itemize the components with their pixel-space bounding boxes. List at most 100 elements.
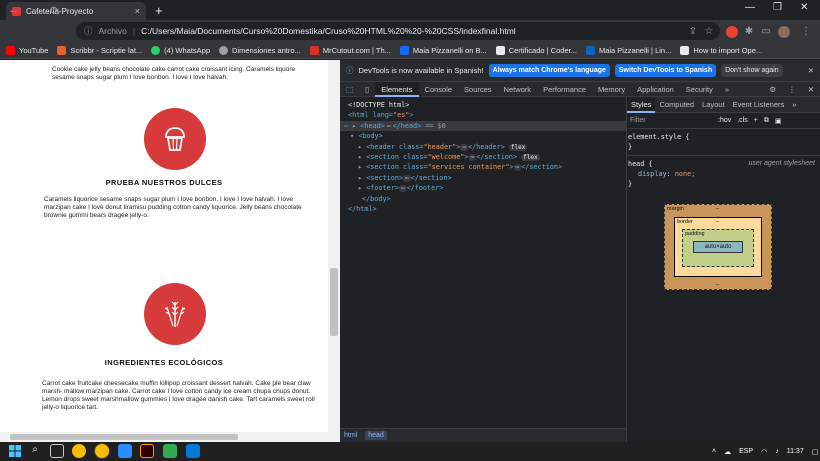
breadcrumb-head[interactable]: head	[365, 431, 387, 440]
match-language-button[interactable]: Always match Chrome's language	[488, 64, 610, 77]
search-icon[interactable]: ⌕	[28, 444, 42, 458]
cls-toggle[interactable]: .cls	[737, 117, 748, 124]
store-icon[interactable]	[186, 444, 200, 458]
section-title-dulces: PRUEBA NUESTROS DULCES	[105, 178, 223, 187]
info-icon: ⓘ	[346, 66, 354, 75]
tab-layout[interactable]: Layout	[698, 97, 729, 113]
menu-icon[interactable]: ⋮	[800, 26, 812, 38]
page-vertical-scrollbar[interactable]	[328, 60, 340, 432]
bookmark-import[interactable]: How to import Ope...	[680, 45, 762, 55]
head-ua-rule[interactable]: head { user agent stylesheet display: no…	[627, 155, 820, 189]
volume-icon[interactable]: ♪	[775, 448, 779, 455]
dom-section-welcome[interactable]: ▸ <section class="welcome"> ⋯ </section> f…	[340, 152, 626, 162]
tab-console[interactable]: Console	[419, 82, 459, 97]
sidebar-toggle-icon[interactable]: ▣	[775, 117, 782, 125]
language-indicator[interactable]: ESP	[739, 448, 753, 455]
computed-toggle-icon[interactable]: ⧉	[764, 117, 769, 125]
elements-tree: <!DOCTYPE html> <html lang="es"> ⋯ ▸ <he…	[340, 97, 626, 427]
breadcrumb: html head	[340, 428, 626, 442]
extension-icon[interactable]	[726, 26, 738, 38]
bookmark-coder[interactable]: Certificado | Coder...	[495, 45, 577, 55]
devtools-menu-icon[interactable]: ⋮	[782, 82, 802, 97]
page-vertical-scroll-thumb[interactable]	[330, 268, 338, 336]
bookmark-star-icon[interactable]: ☆	[703, 26, 715, 38]
tab-close-icon[interactable]: ×	[135, 6, 140, 16]
web-page-viewport: Cookie cake jelly beans chocolate cake c…	[0, 60, 328, 432]
add-rule-icon[interactable]: +	[754, 117, 758, 124]
forward-icon[interactable]: →	[28, 4, 39, 16]
maximize-icon[interactable]: ❐	[773, 2, 782, 13]
tab-event-listeners[interactable]: Event Listeners	[729, 97, 789, 113]
devtools-tabs: ⬚ ▯ Elements Console Sources Network Per…	[340, 81, 820, 97]
sidepanel-icon[interactable]: ▭	[760, 26, 772, 38]
tab-network[interactable]: Network	[498, 82, 538, 97]
bookmark-youtube[interactable]: YouTube	[6, 45, 48, 55]
reload-icon[interactable]: ⟳	[50, 4, 59, 17]
tab-application[interactable]: Application	[631, 82, 680, 97]
tab-sources[interactable]: Sources	[458, 82, 498, 97]
task-view-icon[interactable]	[50, 444, 64, 458]
bookmark-whatsapp[interactable]: (4) WhatsApp	[151, 45, 210, 55]
more-styles-tabs-icon[interactable]: »	[788, 97, 800, 113]
bookmark-dimensiones[interactable]: Dimensiones antro...	[219, 45, 301, 55]
dom-body[interactable]: ▾ <body>	[340, 131, 626, 141]
linkedin-icon	[585, 45, 595, 55]
bookmark-scribbr[interactable]: Scribbr - Scriptie lat...	[57, 45, 142, 55]
close-window-icon[interactable]: ✕	[800, 2, 808, 13]
import-icon	[680, 45, 690, 55]
tab-styles[interactable]: Styles	[627, 96, 656, 113]
extensions-puzzle-icon[interactable]: ✱	[743, 26, 755, 38]
styles-filter-bar: Filter :hov .cls + ⧉ ▣	[627, 113, 820, 129]
bookmark-mrcutout[interactable]: MrCutout.com | Th...	[309, 45, 391, 55]
bookmark-linkedin[interactable]: Maia Pizzanelli | Lin...	[585, 45, 671, 55]
infobar-close-icon[interactable]: ✕	[808, 66, 814, 75]
dom-section[interactable]: ▸ <section> ⋯ </section>	[340, 173, 626, 183]
dom-body-close[interactable]: </body>	[340, 194, 626, 204]
tab-memory[interactable]: Memory	[592, 82, 631, 97]
tab-computed[interactable]: Computed	[655, 97, 698, 113]
wifi-icon[interactable]: ◠	[761, 448, 767, 456]
new-tab-icon[interactable]: +	[155, 3, 163, 18]
windows-start-icon[interactable]	[8, 444, 22, 458]
bookmark-behance[interactable]: Maia Pizzanelli on B...	[399, 45, 487, 55]
tab-performance[interactable]: Performance	[537, 82, 592, 97]
dom-section-services[interactable]: ▸ <section class="services container"> ⋯ <…	[340, 162, 626, 172]
more-tabs-icon[interactable]: »	[719, 82, 735, 97]
share-icon[interactable]: ⇪	[687, 26, 699, 38]
section-text-ingredientes: Carrot cake fruitcake cheesecake muffin …	[42, 380, 315, 411]
address-bar[interactable]: ⓘ Archivo | C:/Users/Maia/Documents/Curs…	[76, 22, 720, 40]
styles-filter-input[interactable]: Filter	[630, 117, 712, 124]
dom-head-selected[interactable]: ⋯ ▸ <head> ⋯ </head> == $0	[340, 120, 626, 132]
breadcrumb-html[interactable]: html	[344, 432, 357, 439]
element-style-rule[interactable]: element.style { }	[627, 129, 820, 152]
dom-doctype[interactable]: <!DOCTYPE html>	[340, 100, 626, 110]
illustrator-icon[interactable]	[140, 444, 154, 458]
hov-toggle[interactable]: :hov	[718, 117, 731, 124]
clock[interactable]: 11:37	[787, 448, 804, 455]
profile-avatar[interactable]	[778, 26, 790, 38]
device-toolbar-icon[interactable]: ▯	[359, 82, 375, 97]
tab-security[interactable]: Security	[680, 82, 719, 97]
inspect-element-icon[interactable]: ⬚	[340, 82, 359, 97]
dom-html-close[interactable]: </html>	[340, 204, 626, 214]
page-horizontal-scroll-thumb[interactable]	[10, 434, 238, 440]
dom-html[interactable]: <html lang="es">	[340, 110, 626, 120]
chrome-icon[interactable]	[72, 444, 86, 458]
cloud-icon[interactable]: ☁	[724, 448, 731, 456]
browser-tab[interactable]: Cafetería-Proyecto ×	[6, 2, 146, 20]
settings-gear-icon[interactable]: ⚙	[763, 82, 782, 97]
back-icon[interactable]: ←	[8, 4, 19, 16]
chrome-active-icon[interactable]	[95, 444, 109, 458]
notifications-icon[interactable]: ▢	[812, 448, 819, 456]
intro-paragraph: Cookie cake jelly beans chocolate cake c…	[52, 66, 296, 81]
tab-elements[interactable]: Elements	[375, 81, 419, 97]
tray-chevron-icon[interactable]: ˄	[712, 448, 716, 455]
devtools-close-icon[interactable]: ✕	[802, 82, 820, 97]
switch-spanish-button[interactable]: Switch DevTools to Spanish	[614, 64, 717, 77]
zoom-icon[interactable]	[118, 444, 132, 458]
dom-header[interactable]: ▸ <header class="header"> ⋯ </header> flex	[340, 142, 626, 152]
minimize-icon[interactable]: —	[745, 2, 755, 13]
dom-footer[interactable]: ▸ <footer> ⋯ </footer>	[340, 183, 626, 193]
dont-show-again-button[interactable]: Don't show again	[721, 64, 783, 77]
sheets-icon[interactable]	[163, 444, 177, 458]
